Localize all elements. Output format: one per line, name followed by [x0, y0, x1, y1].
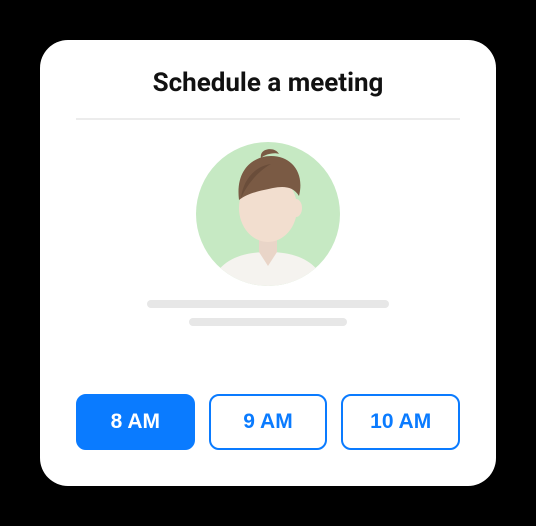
- placeholder-line: [189, 318, 347, 326]
- schedule-meeting-card: Schedule a meeting: [40, 40, 496, 486]
- avatar-area: [76, 120, 460, 300]
- time-slot-group: 8 AM 9 AM 10 AM: [76, 394, 460, 450]
- placeholder-text: [76, 300, 460, 352]
- placeholder-line: [147, 300, 389, 308]
- time-slot-8am[interactable]: 8 AM: [76, 394, 195, 450]
- card-title: Schedule a meeting: [76, 68, 460, 118]
- time-slot-9am[interactable]: 9 AM: [209, 394, 328, 450]
- avatar: [189, 138, 347, 286]
- time-slot-10am[interactable]: 10 AM: [341, 394, 460, 450]
